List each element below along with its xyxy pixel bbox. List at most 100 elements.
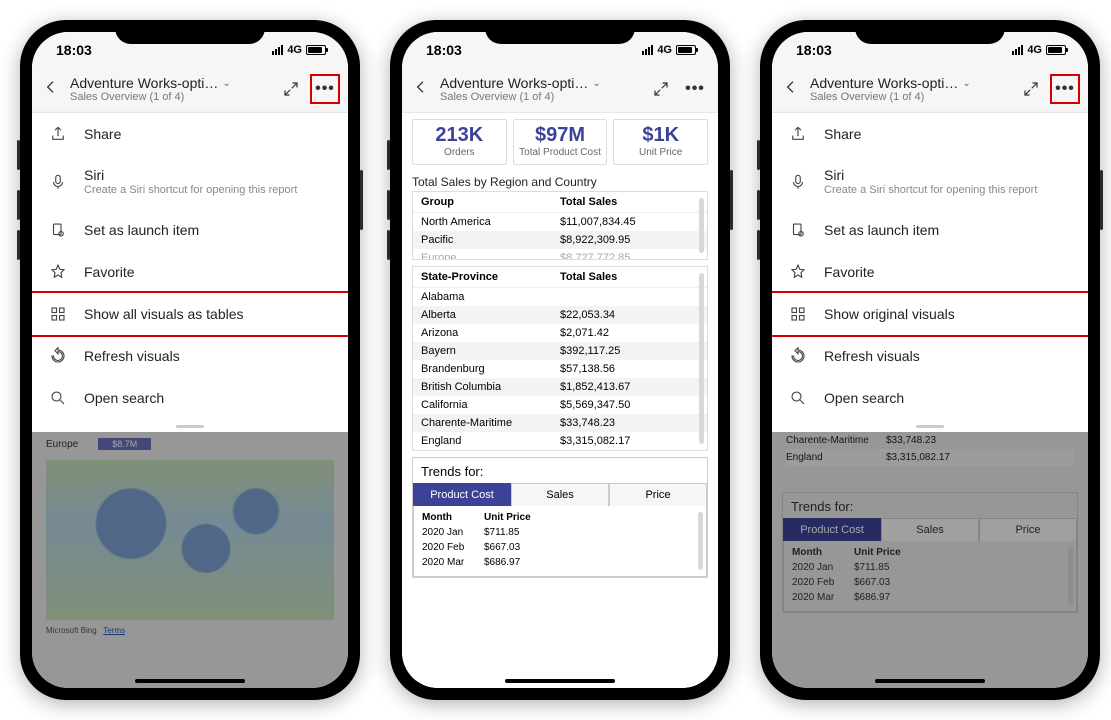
table-row: Europe$8,727,772.85 [413, 249, 707, 259]
siri-label: Siri [84, 167, 332, 183]
home-indicator[interactable] [505, 679, 615, 683]
scrollbar[interactable] [699, 273, 704, 444]
home-indicator[interactable] [135, 679, 245, 683]
table-row: Arizona$2,071.42 [413, 324, 707, 342]
more-options-button[interactable]: ••• [310, 74, 340, 104]
back-button[interactable] [40, 79, 62, 100]
report-title: Adventure Works-opti… [70, 75, 218, 91]
kpi-card-price[interactable]: $1KUnit Price [613, 119, 708, 165]
section-total-sales-title: Total Sales by Region and Country [402, 171, 718, 191]
tab-sales[interactable]: Sales [511, 483, 609, 506]
menu-item-show-tables[interactable]: Show all visuals as tables [32, 291, 348, 337]
table-group[interactable]: GroupTotal Sales North America$11,007,83… [412, 191, 708, 260]
back-button[interactable] [410, 79, 432, 100]
status-time: 18:03 [426, 42, 462, 58]
menu-item-share[interactable]: Share [32, 113, 348, 155]
options-menu: Share Siri Create a Siri shortcut for op… [32, 113, 348, 432]
kpi-card-cost[interactable]: $97MTotal Product Cost [513, 119, 608, 165]
table-row: Bayern$392,117.25 [413, 342, 707, 360]
siri-sublabel: Create a Siri shortcut for opening this … [824, 183, 1072, 197]
table-row: British Columbia$1,852,413.67 [413, 378, 707, 396]
menu-item-siri[interactable]: Siri Create a Siri shortcut for opening … [32, 155, 348, 209]
dimmed-background: Charente-Maritime$33,748.23 England$3,31… [772, 432, 1088, 688]
notch [485, 20, 635, 44]
table-row: Alberta$22,053.34 [413, 306, 707, 324]
scrollbar[interactable] [698, 512, 703, 570]
table-row: Alabama [413, 288, 707, 306]
mic-icon [788, 173, 808, 191]
battery-icon [676, 45, 696, 55]
siri-label: Siri [824, 167, 1072, 183]
sheet-handle[interactable] [772, 419, 1088, 432]
menu-item-search[interactable]: Open search [772, 377, 1088, 419]
report-header: Adventure Works-opti… ⌄ Sales Overview (1… [402, 68, 718, 113]
menu-item-refresh[interactable]: Refresh visuals [32, 335, 348, 377]
menu-item-siri[interactable]: Siri Create a Siri shortcut for opening … [772, 155, 1088, 209]
report-title: Adventure Works-opti… [440, 75, 588, 91]
home-indicator[interactable] [875, 679, 985, 683]
title-block[interactable]: Adventure Works-opti… ⌄ Sales Overview (1… [436, 75, 642, 103]
title-block[interactable]: Adventure Works-opti…⌄ Sales Overview (1… [66, 75, 272, 103]
network-label: 4G [287, 44, 302, 56]
menu-item-refresh[interactable]: Refresh visuals [772, 335, 1088, 377]
report-title: Adventure Works-opti… [810, 75, 958, 91]
mic-icon [48, 173, 68, 191]
trends-visual[interactable]: Trends for: Product Cost Sales Price Mon… [412, 457, 708, 578]
refresh-icon [788, 347, 808, 365]
table-row: Brandenburg$57,138.56 [413, 360, 707, 378]
expand-button[interactable] [276, 74, 306, 104]
trends-title: Trends for: [413, 458, 707, 483]
more-options-button[interactable]: ••• [680, 74, 710, 104]
menu-item-search[interactable]: Open search [32, 377, 348, 419]
notch [855, 20, 1005, 44]
phone-frame-3: 18:03 4G Adventure Works-opti…⌄ Sales Ov… [760, 20, 1100, 700]
more-options-button[interactable]: ••• [1050, 74, 1080, 104]
menu-item-show-original[interactable]: Show original visuals [772, 291, 1088, 337]
chevron-down-icon: ⌄ [222, 78, 230, 89]
bookmark-icon [788, 221, 808, 239]
table-state[interactable]: State-ProvinceTotal Sales Alabama Albert… [412, 266, 708, 451]
back-button[interactable] [780, 79, 802, 100]
tab-price[interactable]: Price [609, 483, 707, 506]
battery-icon [1046, 45, 1066, 55]
kpi-card-orders[interactable]: 213KOrders [412, 119, 507, 165]
grid-icon [48, 305, 68, 323]
signal-icon [1012, 45, 1023, 55]
share-icon [48, 125, 68, 143]
report-subtitle: Sales Overview (1 of 4) [810, 91, 1012, 103]
search-icon [48, 389, 68, 407]
report-header: Adventure Works-opti…⌄ Sales Overview (1… [772, 68, 1088, 113]
signal-icon [272, 45, 283, 55]
dimmed-background: Europe$8.7M Microsoft Bing Terms [32, 432, 348, 688]
menu-item-launch[interactable]: Set as launch item [32, 209, 348, 251]
trends-tabs: Product Cost Sales Price [413, 483, 707, 506]
expand-button[interactable] [646, 74, 676, 104]
report-body-tables[interactable]: 213KOrders $97MTotal Product Cost $1KUni… [402, 113, 718, 688]
sheet-handle[interactable] [32, 419, 348, 432]
menu-item-share[interactable]: Share [772, 113, 1088, 155]
menu-item-favorite[interactable]: Favorite [772, 251, 1088, 293]
expand-button[interactable] [1016, 74, 1046, 104]
phone-frame-2: 18:03 4G Adventure Works-opti… ⌄ Sales Ov… [390, 20, 730, 700]
tab-product-cost[interactable]: Product Cost [413, 483, 511, 506]
table-row: Charente-Maritime$33,748.23 [413, 414, 707, 432]
notch [115, 20, 265, 44]
table-row: 2020 Feb$667.03 [422, 540, 698, 555]
bookmark-icon [48, 221, 68, 239]
status-time: 18:03 [796, 42, 832, 58]
options-menu: Share Siri Create a Siri shortcut for op… [772, 113, 1088, 432]
report-subtitle: Sales Overview (1 of 4) [440, 91, 642, 103]
title-block[interactable]: Adventure Works-opti…⌄ Sales Overview (1… [806, 75, 1012, 103]
menu-item-launch[interactable]: Set as launch item [772, 209, 1088, 251]
network-label: 4G [657, 44, 672, 56]
chevron-down-icon: ⌄ [592, 78, 600, 89]
status-time: 18:03 [56, 42, 92, 58]
battery-icon [306, 45, 326, 55]
share-icon [788, 125, 808, 143]
table-row: England$3,315,082.17 [413, 432, 707, 450]
menu-item-favorite[interactable]: Favorite [32, 251, 348, 293]
grid-icon [788, 305, 808, 323]
table-row: Pacific$8,922,309.95 [413, 231, 707, 249]
scrollbar[interactable] [699, 198, 704, 253]
signal-icon [642, 45, 653, 55]
